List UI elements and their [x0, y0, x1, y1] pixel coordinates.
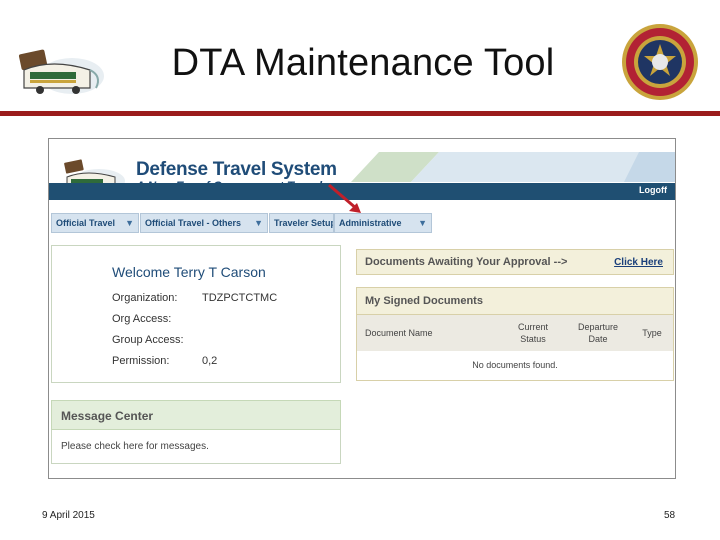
slide-date: 9 April 2015: [42, 510, 95, 521]
click-here-link[interactable]: Click Here: [614, 257, 663, 268]
slide-page-number: 58: [664, 510, 676, 521]
permission-value: 0,2: [202, 355, 218, 367]
organization-value: TDZPCTCTMC: [202, 292, 278, 304]
triangle-down-icon: ▼: [125, 218, 134, 228]
no-documents-text: No documents found.: [472, 360, 558, 370]
triangle-down-icon: ▼: [418, 218, 427, 228]
nav-label: Administrative: [339, 218, 402, 228]
signed-documents-title: My Signed Documents: [365, 295, 483, 307]
logoff-link[interactable]: Logoff: [639, 185, 667, 195]
documents-table-header: Document Name Current Status Departure D…: [356, 315, 674, 351]
group-access-label: Group Access:: [112, 334, 184, 346]
dts-brand-name: Defense Travel System: [136, 159, 337, 180]
approval-banner: Documents Awaiting Your Approval --> Cli…: [356, 249, 674, 275]
organization-label: Organization:: [112, 292, 178, 304]
nav-menu-official-travel-others[interactable]: Official Travel - Others ▼: [140, 213, 268, 233]
column-header-current-status[interactable]: Current Status: [507, 321, 559, 345]
org-access-label: Org Access:: [112, 313, 172, 325]
message-center-title: Message Center: [61, 409, 154, 423]
permission-label: Permission:: [112, 355, 170, 367]
documents-empty-row: No documents found.: [356, 351, 674, 381]
column-header-document-name[interactable]: Document Name: [365, 327, 433, 339]
triangle-down-icon: ▼: [254, 218, 263, 228]
nav-menu-official-travel[interactable]: Official Travel ▼: [51, 213, 139, 233]
header-decoration: [339, 152, 675, 182]
nav-label: Official Travel: [56, 218, 116, 228]
signed-documents-header: My Signed Documents: [356, 287, 674, 315]
message-center-body: Please check here for messages.: [51, 430, 341, 464]
nav-menu-administrative[interactable]: Administrative ▼: [334, 213, 432, 233]
usmc-seal-icon: [620, 22, 700, 102]
nav-label: Traveler Setup: [274, 218, 334, 228]
welcome-greeting: Welcome Terry T Carson: [112, 264, 266, 280]
nav-menu-traveler-setup[interactable]: Traveler Setup: [269, 213, 334, 233]
column-header-type[interactable]: Type: [637, 327, 667, 339]
column-header-departure-date[interactable]: Departure Date: [569, 321, 627, 345]
approval-text: Documents Awaiting Your Approval -->: [365, 256, 568, 268]
dts-screenshot: Defense Travel System A New Era of Gover…: [48, 138, 676, 479]
message-center-header: Message Center: [51, 400, 341, 430]
slide-title: DTA Maintenance Tool: [171, 42, 555, 84]
welcome-panel: Welcome Terry T Carson Organization: TDZ…: [51, 245, 341, 383]
messages-link[interactable]: Please check here for messages.: [61, 441, 209, 452]
title-divider: [0, 111, 720, 116]
nav-label: Official Travel - Others: [145, 218, 242, 228]
